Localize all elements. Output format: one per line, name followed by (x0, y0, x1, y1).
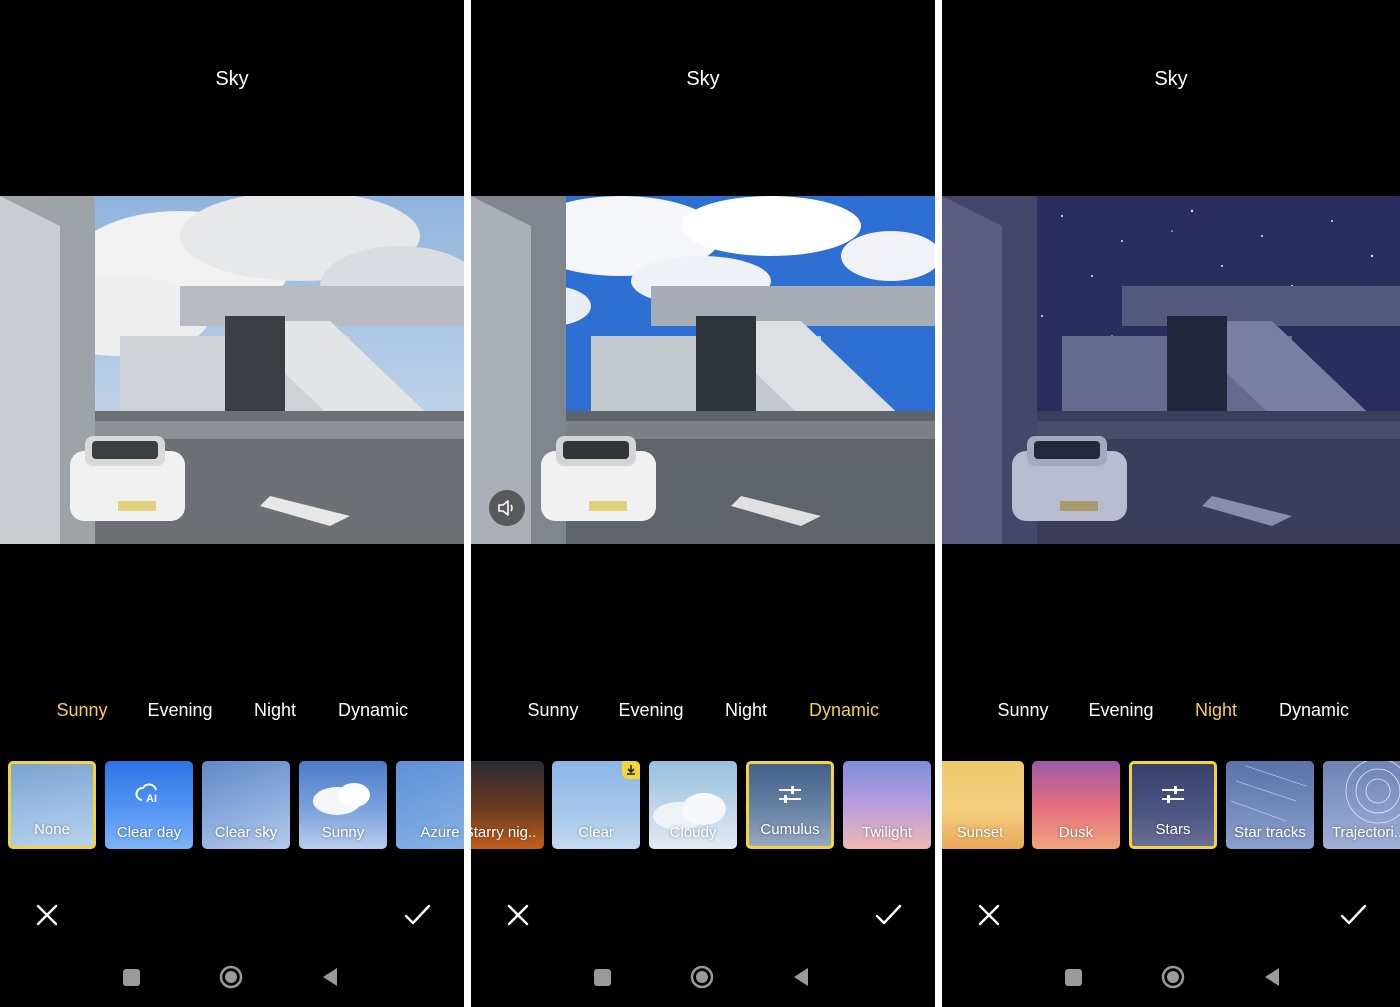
sky-editor-screen-night: Sky Sunny Evening Night Dynamic Sunset D… (942, 0, 1400, 1007)
tab-sunny[interactable]: Sunny (56, 700, 107, 721)
sky-option-label: Cloudy (669, 824, 717, 841)
screen-title: Sky (215, 68, 249, 90)
recent-apps-button[interactable] (1065, 969, 1082, 986)
ai-cloud-icon: AI (105, 781, 193, 805)
close-icon (978, 904, 1000, 926)
tab-sunny[interactable]: Sunny (527, 700, 578, 721)
recent-apps-button[interactable] (123, 969, 140, 986)
sky-option-label: Twilight (861, 824, 913, 841)
sky-option-sunset[interactable]: Sunset (942, 761, 1024, 849)
sky-option-clear[interactable]: Clear (552, 761, 640, 849)
sky-option-cloudy[interactable]: Cloudy (649, 761, 737, 849)
sky-category-tabs: Sunny Evening Night Dynamic (471, 700, 935, 726)
street-scene-image (0, 196, 464, 544)
photo-preview[interactable] (0, 196, 464, 544)
cancel-button[interactable] (503, 900, 533, 930)
sky-option-twilight[interactable]: Twilight (843, 761, 931, 849)
sky-option-label: None (34, 821, 70, 838)
tab-evening[interactable]: Evening (618, 700, 683, 721)
system-nav-bar (942, 962, 1400, 994)
home-button[interactable] (219, 965, 243, 989)
tab-night[interactable]: Night (254, 700, 296, 721)
apply-button[interactable] (873, 900, 903, 930)
sky-editor-screen-sunny: Sky Sunny Evening Night Dynamic None AI … (0, 0, 464, 1007)
back-button[interactable] (1263, 967, 1281, 987)
sky-thumbnail-strip[interactable]: None AI Clear day Clear sky Sunny Azure (0, 761, 464, 849)
sky-thumbnail-strip[interactable]: Starry nig.. Clear Cloudy (471, 761, 935, 849)
close-icon (36, 904, 58, 926)
sky-category-tabs: Sunny Evening Night Dynamic (0, 700, 464, 726)
screen-title: Sky (686, 68, 720, 90)
photo-preview[interactable] (942, 196, 1400, 544)
sky-option-none[interactable]: None (8, 761, 96, 849)
sky-option-label: Clear day (116, 824, 182, 841)
svg-text:AI: AI (146, 793, 157, 805)
home-button[interactable] (1161, 965, 1185, 989)
street-scene-image (942, 196, 1400, 544)
tab-evening[interactable]: Evening (1088, 700, 1153, 721)
sound-toggle-button[interactable] (489, 490, 525, 526)
apply-button[interactable] (402, 900, 432, 930)
tab-sunny[interactable]: Sunny (997, 700, 1048, 721)
cancel-button[interactable] (32, 900, 62, 930)
tab-dynamic[interactable]: Dynamic (1279, 700, 1349, 721)
download-icon (622, 761, 640, 779)
sky-option-label: Clear (578, 824, 614, 841)
tab-dynamic[interactable]: Dynamic (338, 700, 408, 721)
street-scene-image (471, 196, 935, 544)
tab-dynamic[interactable]: Dynamic (809, 700, 879, 721)
sky-option-label: Stars (1155, 821, 1191, 838)
tab-night[interactable]: Night (725, 700, 767, 721)
speaker-icon (498, 500, 513, 516)
sky-option-label: Star tracks (1234, 824, 1306, 841)
checkmark-icon (1340, 904, 1367, 925)
sky-option-sunny[interactable]: Sunny (299, 761, 387, 849)
photo-preview[interactable] (471, 196, 935, 544)
sky-category-tabs: Sunny Evening Night Dynamic (942, 700, 1400, 726)
sky-option-label: Sunset (956, 824, 1004, 841)
cancel-button[interactable] (974, 900, 1004, 930)
sky-option-star-tracks[interactable]: Star tracks (1226, 761, 1314, 849)
sky-option-label: Trajectori.. (1331, 824, 1400, 841)
tab-night[interactable]: Night (1195, 700, 1237, 721)
apply-button[interactable] (1338, 900, 1368, 930)
back-button[interactable] (321, 967, 339, 987)
sky-option-starry-night[interactable]: Starry nig.. (471, 761, 544, 849)
sky-option-label: Dusk (1058, 824, 1094, 841)
checkmark-icon (875, 904, 902, 925)
screen-title: Sky (1154, 68, 1188, 90)
recent-apps-button[interactable] (594, 969, 611, 986)
sliders-icon (1132, 784, 1214, 806)
back-button[interactable] (792, 967, 810, 987)
system-nav-bar (471, 962, 935, 994)
system-nav-bar (0, 962, 464, 994)
sky-option-label: Clear sky (214, 824, 278, 841)
sky-option-trajectories[interactable]: Trajectori.. (1323, 761, 1400, 849)
close-icon (507, 904, 529, 926)
sky-option-label: Starry nig.. (471, 824, 537, 841)
sky-option-clear-day[interactable]: AI Clear day (105, 761, 193, 849)
sky-option-cumulus[interactable]: Cumulus (746, 761, 834, 849)
sky-thumbnail-strip[interactable]: Sunset Dusk Stars Star tracks Trajectori… (942, 761, 1400, 849)
sky-option-label: Sunny (321, 824, 365, 841)
sky-option-label: Azure (420, 824, 460, 841)
sky-option-azure[interactable]: Azure (396, 761, 464, 849)
sliders-icon (749, 784, 831, 806)
sky-editor-screen-dynamic: Sky Sunny Evening Night Dynamic tarry ni… (471, 0, 935, 1007)
home-button[interactable] (690, 965, 714, 989)
sky-option-stars[interactable]: Stars (1129, 761, 1217, 849)
sky-option-label: Cumulus (760, 821, 820, 838)
sky-option-dusk[interactable]: Dusk (1032, 761, 1120, 849)
checkmark-icon (404, 904, 431, 925)
sky-option-clear-sky[interactable]: Clear sky (202, 761, 290, 849)
tab-evening[interactable]: Evening (147, 700, 212, 721)
